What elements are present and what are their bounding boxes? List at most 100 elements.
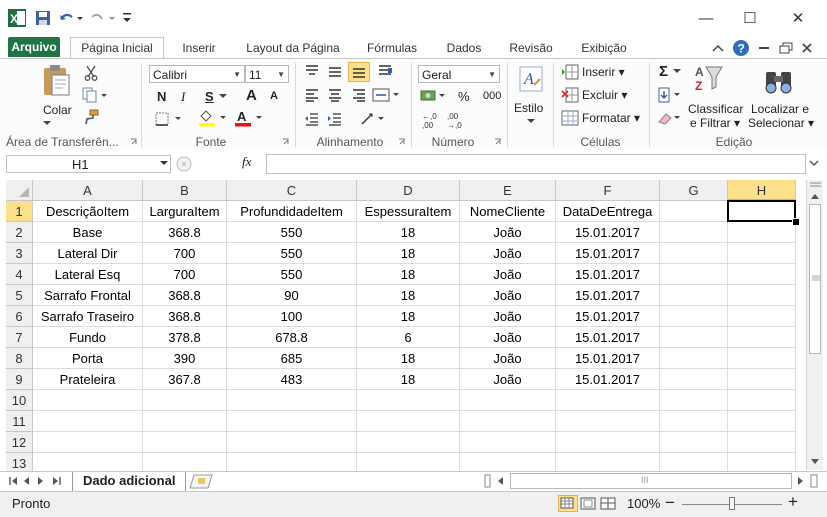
tab-pagina-inicial[interactable]: Página Inicial [70, 37, 164, 58]
sort-filter-icon[interactable]: AZ [694, 63, 724, 99]
align-left-icon[interactable] [303, 87, 321, 103]
cell-a10[interactable] [33, 390, 143, 411]
format-cells-button[interactable]: Formatar ▾ [582, 111, 640, 125]
selected-cell-outline[interactable] [727, 200, 796, 222]
collapse-ribbon-icon[interactable] [710, 39, 726, 57]
row-header-4[interactable]: 4 [6, 264, 33, 285]
cell-a9[interactable]: Prateleira [33, 369, 143, 390]
cell-a7[interactable]: Fundo [33, 327, 143, 348]
sheet-split-icon[interactable] [484, 474, 492, 491]
page-break-view-icon[interactable] [600, 497, 616, 513]
column-header-d[interactable]: D [357, 180, 460, 201]
tab-exibicao[interactable]: Exibição [572, 39, 636, 57]
scroll-right-icon[interactable] [796, 475, 806, 490]
cell-a6[interactable]: Sarrafo Traseiro [33, 306, 143, 327]
save-icon[interactable] [34, 9, 52, 27]
cell-g4[interactable] [660, 264, 728, 285]
hsplit-icon[interactable] [810, 474, 820, 491]
cell-g6[interactable] [660, 306, 728, 327]
row-header-5[interactable]: 5 [6, 285, 33, 306]
cell-c2[interactable]: 550 [227, 222, 357, 243]
cell-b2[interactable]: 368.8 [143, 222, 227, 243]
cell-e4[interactable]: João [460, 264, 556, 285]
cell-h8[interactable] [728, 348, 796, 369]
row-header-8[interactable]: 8 [6, 348, 33, 369]
minimize-button[interactable]: — [686, 6, 726, 30]
cell-c1[interactable]: ProfundidadeItem [227, 201, 357, 222]
format-painter-icon[interactable] [82, 109, 100, 125]
cell-a5[interactable]: Sarrafo Frontal [33, 285, 143, 306]
tab-inserir[interactable]: Inserir [174, 39, 224, 57]
excel-logo-icon[interactable]: X [8, 9, 26, 27]
clipboard-launcher-icon[interactable] [130, 138, 138, 146]
cell-e1[interactable]: NomeCliente [460, 201, 556, 222]
cell-a3[interactable]: Lateral Dir [33, 243, 143, 264]
cell-b6[interactable]: 368.8 [143, 306, 227, 327]
row-header-2[interactable]: 2 [6, 222, 33, 243]
tab-revisao[interactable]: Revisão [502, 39, 560, 57]
clear-icon[interactable] [656, 110, 684, 126]
scroll-left-icon[interactable] [496, 475, 506, 490]
copy-icon[interactable] [80, 87, 110, 103]
row-header-1[interactable]: 1 [6, 201, 33, 222]
align-middle-icon[interactable] [326, 63, 344, 79]
increase-decimal-icon[interactable]: ←,0,00 [420, 111, 444, 129]
cell-h12[interactable] [728, 432, 796, 453]
normal-view-icon[interactable] [558, 495, 578, 512]
cell-f10[interactable] [556, 390, 660, 411]
cell-f11[interactable] [556, 411, 660, 432]
workbook-minimize-icon[interactable] [756, 39, 772, 57]
cell-g10[interactable] [660, 390, 728, 411]
cell-b10[interactable] [143, 390, 227, 411]
delete-cells-icon[interactable] [560, 87, 580, 103]
cell-e9[interactable]: João [460, 369, 556, 390]
cell-b1[interactable]: LarguraItem [143, 201, 227, 222]
formula-input[interactable] [266, 154, 806, 174]
select-all-corner[interactable] [6, 180, 33, 201]
first-sheet-icon[interactable] [8, 475, 20, 490]
cell-h5[interactable] [728, 285, 796, 306]
font-name-select[interactable]: Calibri ▼ [149, 65, 245, 83]
cell-g7[interactable] [660, 327, 728, 348]
cell-f12[interactable] [556, 432, 660, 453]
undo-icon[interactable] [58, 9, 84, 27]
shrink-font-button[interactable]: A [270, 90, 278, 102]
cell-d7[interactable]: 6 [357, 327, 460, 348]
cell-e2[interactable]: João [460, 222, 556, 243]
cell-b7[interactable]: 378.8 [143, 327, 227, 348]
cell-d10[interactable] [357, 390, 460, 411]
row-header-11[interactable]: 11 [6, 411, 33, 432]
cell-c5[interactable]: 90 [227, 285, 357, 306]
cell-h7[interactable] [728, 327, 796, 348]
row-header-10[interactable]: 10 [6, 390, 33, 411]
align-right-icon[interactable] [350, 87, 368, 103]
tab-arquivo[interactable]: Arquivo [8, 37, 60, 57]
cell-b5[interactable]: 368.8 [143, 285, 227, 306]
close-button[interactable]: ✕ [778, 6, 818, 30]
cell-f6[interactable]: 15.01.2017 [556, 306, 660, 327]
cell-d3[interactable]: 18 [357, 243, 460, 264]
cell-e6[interactable]: João [460, 306, 556, 327]
row-header-3[interactable]: 3 [6, 243, 33, 264]
name-box[interactable]: H1 [6, 155, 171, 173]
cell-d4[interactable]: 18 [357, 264, 460, 285]
cell-f7[interactable]: 15.01.2017 [556, 327, 660, 348]
delete-cells-button[interactable]: Excluir ▾ [582, 88, 627, 102]
thousands-separator-button[interactable]: 000 [483, 90, 501, 102]
zoom-in-button[interactable]: + [788, 492, 798, 512]
cell-f8[interactable]: 15.01.2017 [556, 348, 660, 369]
cell-b9[interactable]: 367.8 [143, 369, 227, 390]
maximize-button[interactable]: ☐ [730, 6, 770, 30]
cell-f3[interactable]: 15.01.2017 [556, 243, 660, 264]
autosum-dropdown-icon[interactable] [673, 68, 681, 76]
align-top-icon[interactable] [303, 63, 321, 79]
find-select-label-1[interactable]: Localizar e [751, 102, 809, 116]
orientation-icon[interactable] [358, 111, 388, 127]
cell-a12[interactable] [33, 432, 143, 453]
font-size-select[interactable]: 11 ▼ [245, 65, 289, 83]
cell-b11[interactable] [143, 411, 227, 432]
paste-icon[interactable] [40, 63, 72, 97]
row-header-9[interactable]: 9 [6, 369, 33, 390]
cell-b4[interactable]: 700 [143, 264, 227, 285]
cell-c7[interactable]: 678.8 [227, 327, 357, 348]
